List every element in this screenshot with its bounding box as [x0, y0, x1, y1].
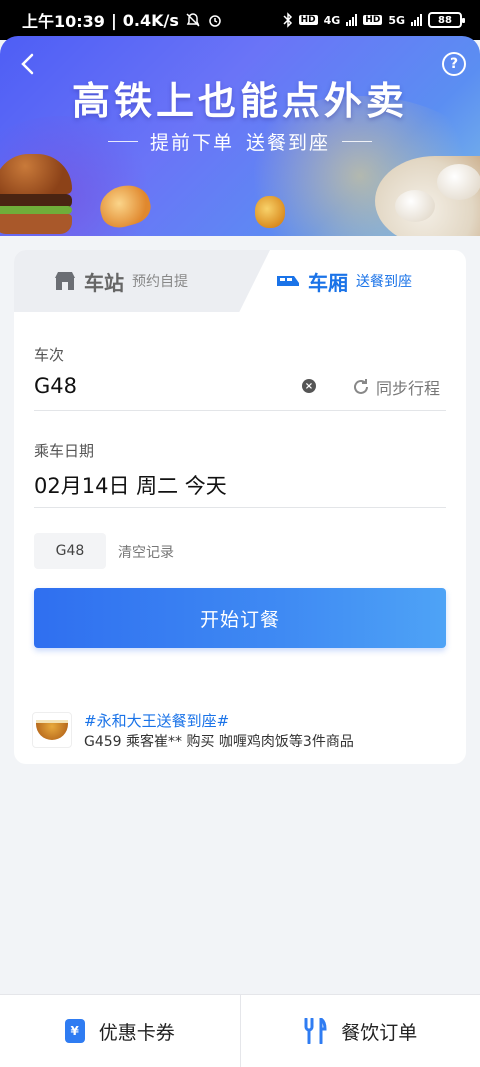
network-5g-label: 5G	[388, 13, 405, 27]
promo-tag[interactable]: #永和大王送餐到座#	[84, 710, 229, 731]
banner-title: 高铁上也能点外卖	[71, 79, 408, 123]
promo-thumbnail	[32, 712, 72, 748]
alarm-icon	[207, 12, 223, 28]
coupon-icon: ¥	[64, 1019, 85, 1043]
bottom-nav: ¥ 优惠卡券 餐饮订单	[0, 994, 480, 1067]
network-4g-label: 4G	[323, 13, 341, 27]
tab-station[interactable]: 车站 预约自提	[14, 250, 270, 312]
order-card: 车站 预约自提 车厢 送餐到座 车次 G48 × 同步行程 乘车日期 02月14…	[14, 250, 466, 764]
tab-carriage[interactable]: 车厢 送餐到座	[240, 250, 466, 312]
status-time: 上午10:39	[22, 12, 105, 31]
clear-icon[interactable]: ×	[302, 379, 316, 393]
tab-station-sub: 预约自提	[132, 274, 188, 290]
nav-orders[interactable]: 餐饮订单	[241, 995, 480, 1067]
nav-coupons[interactable]: ¥ 优惠卡券	[0, 995, 240, 1067]
banner-subtitle-left: 提前下单	[149, 132, 234, 154]
start-order-button[interactable]: 开始订餐	[34, 588, 446, 648]
battery-icon: 88	[428, 12, 465, 28]
signal-icon-2	[411, 14, 422, 26]
store-icon	[55, 272, 75, 290]
promo-text: G459 乘客崔** 购买 咖喱鸡肉饭等3件商品	[84, 734, 354, 750]
train-input[interactable]: G48	[34, 374, 77, 398]
signal-icon	[346, 14, 358, 26]
banner-subtitle: 提前下单 送餐到座	[0, 128, 480, 155]
train-label: 车次	[34, 346, 65, 364]
nugget-image	[255, 196, 285, 228]
mute-icon	[185, 12, 201, 28]
hd-badge-2: HD	[363, 15, 383, 25]
history-chip[interactable]: G48	[34, 533, 106, 569]
utensils-icon	[304, 1018, 327, 1044]
hd-badge: HD	[298, 15, 318, 25]
tab-carriage-label: 车厢	[308, 270, 348, 295]
tab-carriage-sub: 送餐到座	[356, 274, 412, 290]
nav-coupons-label: 优惠卡券	[98, 1021, 175, 1044]
sync-trip-button[interactable]: 同步行程	[352, 375, 440, 399]
banner-subtitle-right: 送餐到座	[246, 132, 331, 154]
divider	[34, 410, 446, 411]
refresh-icon	[354, 379, 368, 394]
status-bar: 上午10:39 | 0.4K/s HD 4G HD 5G 88	[0, 0, 480, 40]
bluetooth-icon	[283, 12, 293, 28]
clear-history-button[interactable]: 清空记录	[118, 542, 174, 562]
train-icon	[277, 276, 299, 286]
divider-2	[34, 507, 446, 508]
tab-station-label: 车站	[84, 270, 124, 295]
nav-orders-label: 餐饮订单	[341, 1021, 418, 1044]
date-label: 乘车日期	[34, 442, 95, 460]
date-picker[interactable]: 02月14日 周二 今天	[34, 470, 227, 500]
burger-image	[0, 154, 72, 234]
mode-tabs: 车站 预约自提 车厢 送餐到座	[14, 250, 466, 312]
sync-trip-label: 同步行程	[376, 379, 441, 398]
status-speed: 0.4K/s	[122, 10, 179, 30]
banner: ? 高铁上也能点外卖 提前下单 送餐到座	[0, 36, 480, 236]
